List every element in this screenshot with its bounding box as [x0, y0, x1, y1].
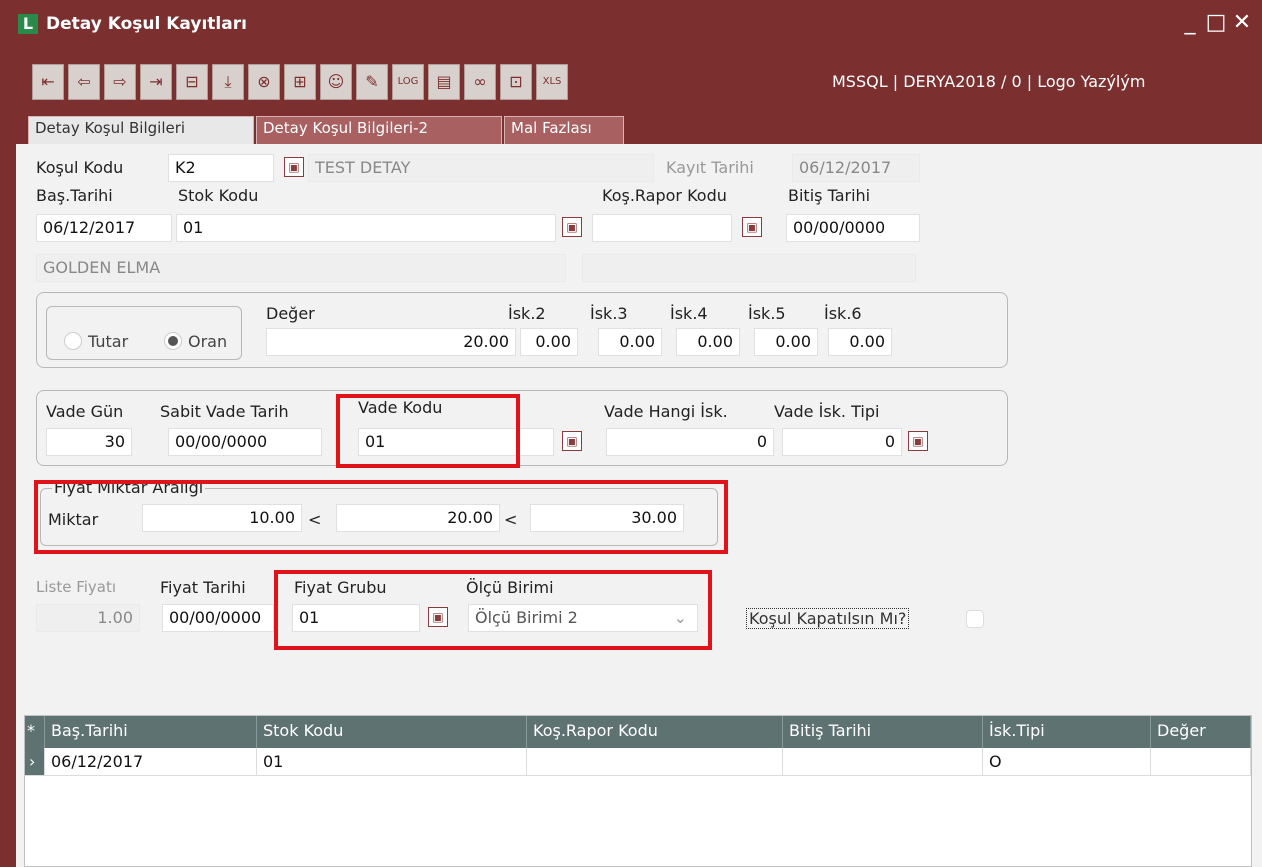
bas-tarihi-label: Baş.Tarihi [36, 186, 113, 205]
table-row-cell[interactable] [1151, 748, 1251, 776]
isk5-input[interactable]: 0.00 [754, 328, 818, 356]
maximize-icon[interactable]: □ [1204, 10, 1228, 36]
tab-mal-fazlasi[interactable]: Mal Fazlası [504, 116, 624, 144]
isk4-input[interactable]: 0.00 [676, 328, 740, 356]
kayit-tarihi-field: 06/12/2017 [792, 154, 920, 182]
isk2-label: İsk.2 [508, 304, 546, 323]
vade-kodu-lookup-icon[interactable]: ▣ [562, 431, 582, 451]
fiyat-tarihi-label: Fiyat Tarihi [160, 578, 246, 597]
stok-kodu-label: Stok Kodu [178, 186, 259, 205]
log-icon[interactable]: LOG [392, 64, 424, 100]
vade-hangi-isk-label: Vade Hangi İsk. [604, 402, 728, 421]
col-isk-tipi[interactable]: İsk.Tipi [983, 716, 1151, 748]
kos-rapor-kodu-lookup-icon[interactable]: ▣ [742, 217, 762, 237]
sabit-vade-tarih-input[interactable]: 00/00/0000 [168, 428, 322, 456]
lock-icon[interactable]: ⊡ [500, 64, 532, 100]
next-record-icon[interactable]: ⇨ [104, 64, 136, 100]
kapatilsin-checkbox-label[interactable]: Koşul Kapatılsın Mı? [746, 608, 910, 629]
link-icon[interactable]: ∞ [464, 64, 496, 100]
minimize-icon[interactable]: _ [1178, 10, 1202, 36]
tutar-label: Tutar [88, 332, 129, 351]
col-stok-kodu[interactable]: Stok Kodu [257, 716, 527, 748]
oran-label: Oran [188, 332, 228, 351]
tutar-radio[interactable] [64, 332, 82, 350]
kayit-tarihi-label: Kayıt Tarihi [666, 158, 754, 177]
highlight-fiyat-grubu-olcu [274, 570, 712, 650]
tab-detay-kosul-bilgileri-2[interactable]: Detay Koşul Bilgileri-2 [256, 116, 502, 144]
title-bar: L Detay Koşul Kayıtları _ □ ✕ [8, 0, 1262, 50]
stok-kodu-input[interactable]: 01 [176, 214, 556, 242]
table-row-cell[interactable] [783, 748, 983, 776]
form-area: Koşul Kodu K2 ▣ TEST DETAY Kayıt Tarihi … [16, 144, 1262, 867]
col-bitis-tarihi[interactable]: Bitiş Tarihi [783, 716, 983, 748]
highlight-fiyat-miktar [34, 480, 728, 554]
window-title: Detay Koşul Kayıtları [46, 14, 247, 34]
kosul-kodu-input[interactable]: K2 [168, 154, 274, 182]
tab-detay-kosul-bilgileri[interactable]: Detay Koşul Bilgileri [28, 116, 254, 145]
stok-aciklama2-field [582, 254, 916, 282]
bitis-tarihi-label: Bitiş Tarihi [788, 186, 871, 205]
pencil-icon[interactable]: ✎ [356, 64, 388, 100]
isk2-input[interactable]: 0.00 [520, 328, 578, 356]
vade-isk-tipi-label: Vade İsk. Tipi [774, 402, 880, 421]
close-icon[interactable]: ✕ [1230, 10, 1254, 36]
isk6-input[interactable]: 0.00 [828, 328, 892, 356]
fiyat-tarihi-input[interactable]: 00/00/0000 [162, 604, 274, 632]
row-indicator-icon[interactable]: › [25, 748, 45, 776]
app-logo-icon: L [18, 14, 38, 34]
kosul-aciklama-field: TEST DETAY [308, 154, 654, 182]
kosul-kodu-label: Koşul Kodu [36, 158, 124, 177]
kosul-kodu-lookup-icon[interactable]: ▣ [284, 157, 304, 177]
bitis-tarihi-input[interactable]: 00/00/0000 [786, 214, 920, 242]
kos-rapor-kodu-input[interactable] [592, 214, 732, 242]
note-icon[interactable]: ▤ [428, 64, 460, 100]
first-record-icon[interactable]: ⇤ [32, 64, 64, 100]
vade-isk-tipi-input[interactable]: 0 [782, 428, 902, 456]
table-row-cell[interactable]: O [983, 748, 1151, 776]
stok-aciklama-field: GOLDEN ELMA [36, 254, 566, 282]
toolbar: ⇤ ⇦ ⇨ ⇥ ⊟ ⤓ ⊗ ⊞ ☺ ✎ LOG ▤ ∞ ⊡ XLS MSSQL … [16, 50, 1262, 112]
isk5-label: İsk.5 [748, 304, 786, 323]
prev-record-icon[interactable]: ⇦ [68, 64, 100, 100]
cancel-icon[interactable]: ⊗ [248, 64, 280, 100]
isk4-label: İsk.4 [670, 304, 708, 323]
add-doc-icon[interactable]: ⊞ [284, 64, 316, 100]
bas-tarihi-input[interactable]: 06/12/2017 [36, 214, 172, 242]
deger-input[interactable]: 20.00 [266, 328, 516, 356]
col-kos-rapor-kodu[interactable]: Koş.Rapor Kodu [527, 716, 783, 748]
table-row-cell[interactable]: 06/12/2017 [45, 748, 257, 776]
grid-corner-icon: * [25, 716, 45, 748]
liste-fiyati-label: Liste Fiyatı [36, 578, 117, 596]
user-icon[interactable]: ☺ [320, 64, 352, 100]
vade-isk-tipi-lookup-icon[interactable]: ▣ [908, 431, 928, 451]
highlight-vade-kodu [336, 394, 520, 468]
table-row-cell[interactable] [527, 748, 783, 776]
minus-doc-icon[interactable]: ⊟ [176, 64, 208, 100]
kapatilsin-checkbox[interactable] [966, 610, 984, 628]
window-content: ⇤ ⇦ ⇨ ⇥ ⊟ ⤓ ⊗ ⊞ ☺ ✎ LOG ▤ ∞ ⊡ XLS MSSQL … [16, 50, 1262, 867]
stok-kodu-lookup-icon[interactable]: ▣ [562, 217, 582, 237]
kos-rapor-kodu-label: Koş.Rapor Kodu [602, 186, 727, 205]
isk3-input[interactable]: 0.00 [598, 328, 662, 356]
last-record-icon[interactable]: ⇥ [140, 64, 172, 100]
liste-fiyati-field: 1.00 [36, 604, 140, 632]
main-window: L Detay Koşul Kayıtları _ □ ✕ ⇤ ⇦ ⇨ ⇥ ⊟ … [8, 0, 1262, 867]
table-row-cell[interactable]: 01 [257, 748, 527, 776]
download-icon[interactable]: ⤓ [212, 64, 244, 100]
tab-strip: Detay Koşul Bilgileri Detay Koşul Bilgil… [16, 112, 1262, 145]
db-info: MSSQL | DERYA2018 / 0 | Logo Yazýlým [832, 72, 1146, 91]
records-grid: * Baş.Tarihi Stok Kodu Koş.Rapor Kodu Bi… [24, 715, 1252, 867]
oran-radio[interactable] [164, 332, 182, 350]
sabit-vade-tarih-label: Sabit Vade Tarih [160, 402, 289, 421]
isk3-label: İsk.3 [590, 304, 628, 323]
col-bas-tarihi[interactable]: Baş.Tarihi [45, 716, 257, 748]
isk6-label: İsk.6 [824, 304, 862, 323]
vade-hangi-isk-input[interactable]: 0 [606, 428, 774, 456]
deger-label: Değer [266, 304, 315, 323]
xls-icon[interactable]: XLS [536, 64, 568, 100]
col-deger[interactable]: Değer [1151, 716, 1251, 748]
vade-gun-input[interactable]: 30 [46, 428, 132, 456]
vade-gun-label: Vade Gün [46, 402, 124, 421]
